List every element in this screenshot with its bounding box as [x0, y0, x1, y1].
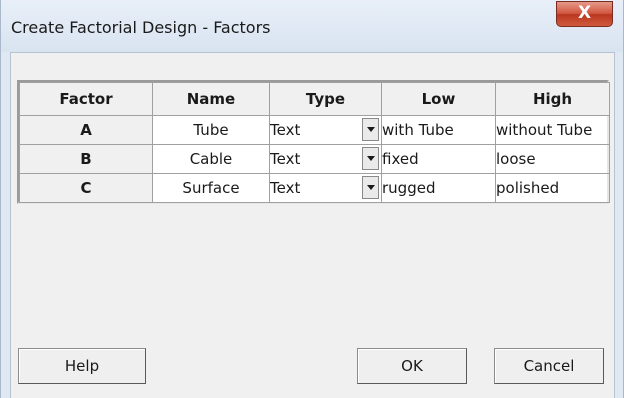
type-value: Text [270, 179, 301, 197]
type-value: Text [270, 121, 301, 139]
low-cell[interactable]: rugged [381, 173, 496, 203]
table-row: A Tube Text with Tube without Tube [19, 115, 610, 145]
factors-table: Factor Name Type Low High A Tube Text wi… [19, 82, 610, 203]
factor-cell: C [19, 173, 153, 203]
table-row: B Cable Text fixed loose [19, 144, 610, 174]
cancel-button[interactable]: Cancel [494, 348, 604, 384]
table-row: C Surface Text rugged polished [19, 173, 610, 203]
factors-grid: Factor Name Type Low High A Tube Text wi… [17, 80, 610, 204]
column-header-low: Low [381, 82, 496, 116]
dropdown-arrow-button[interactable] [362, 147, 379, 170]
dialog-window: Create Factorial Design - Factors X Fact… [0, 0, 624, 398]
name-cell[interactable]: Surface [152, 173, 270, 203]
ok-button[interactable]: OK [357, 348, 467, 384]
type-value: Text [270, 150, 301, 168]
high-cell[interactable]: without Tube [495, 115, 610, 145]
type-select[interactable]: Text [269, 173, 382, 203]
factor-cell: B [19, 144, 153, 174]
chevron-down-icon [366, 185, 375, 190]
name-cell[interactable]: Cable [152, 144, 270, 174]
type-select[interactable]: Text [269, 115, 382, 145]
chevron-down-icon [366, 156, 375, 161]
header-row: Factor Name Type Low High [19, 82, 610, 116]
close-button[interactable]: X [556, 1, 613, 27]
title-bar[interactable]: Create Factorial Design - Factors X [1, 0, 623, 52]
high-cell[interactable]: loose [495, 144, 610, 174]
column-header-type: Type [269, 82, 382, 116]
column-header-factor: Factor [19, 82, 153, 116]
column-header-name: Name [152, 82, 270, 116]
dropdown-arrow-button[interactable] [362, 118, 379, 141]
window-title: Create Factorial Design - Factors [11, 18, 271, 37]
high-cell[interactable]: polished [495, 173, 610, 203]
name-cell[interactable]: Tube [152, 115, 270, 145]
low-cell[interactable]: with Tube [381, 115, 496, 145]
column-header-high: High [495, 82, 610, 116]
help-button[interactable]: Help [18, 348, 146, 384]
low-cell[interactable]: fixed [381, 144, 496, 174]
factor-cell: A [19, 115, 153, 145]
type-select[interactable]: Text [269, 144, 382, 174]
chevron-down-icon [366, 127, 375, 132]
dropdown-arrow-button[interactable] [362, 176, 379, 199]
